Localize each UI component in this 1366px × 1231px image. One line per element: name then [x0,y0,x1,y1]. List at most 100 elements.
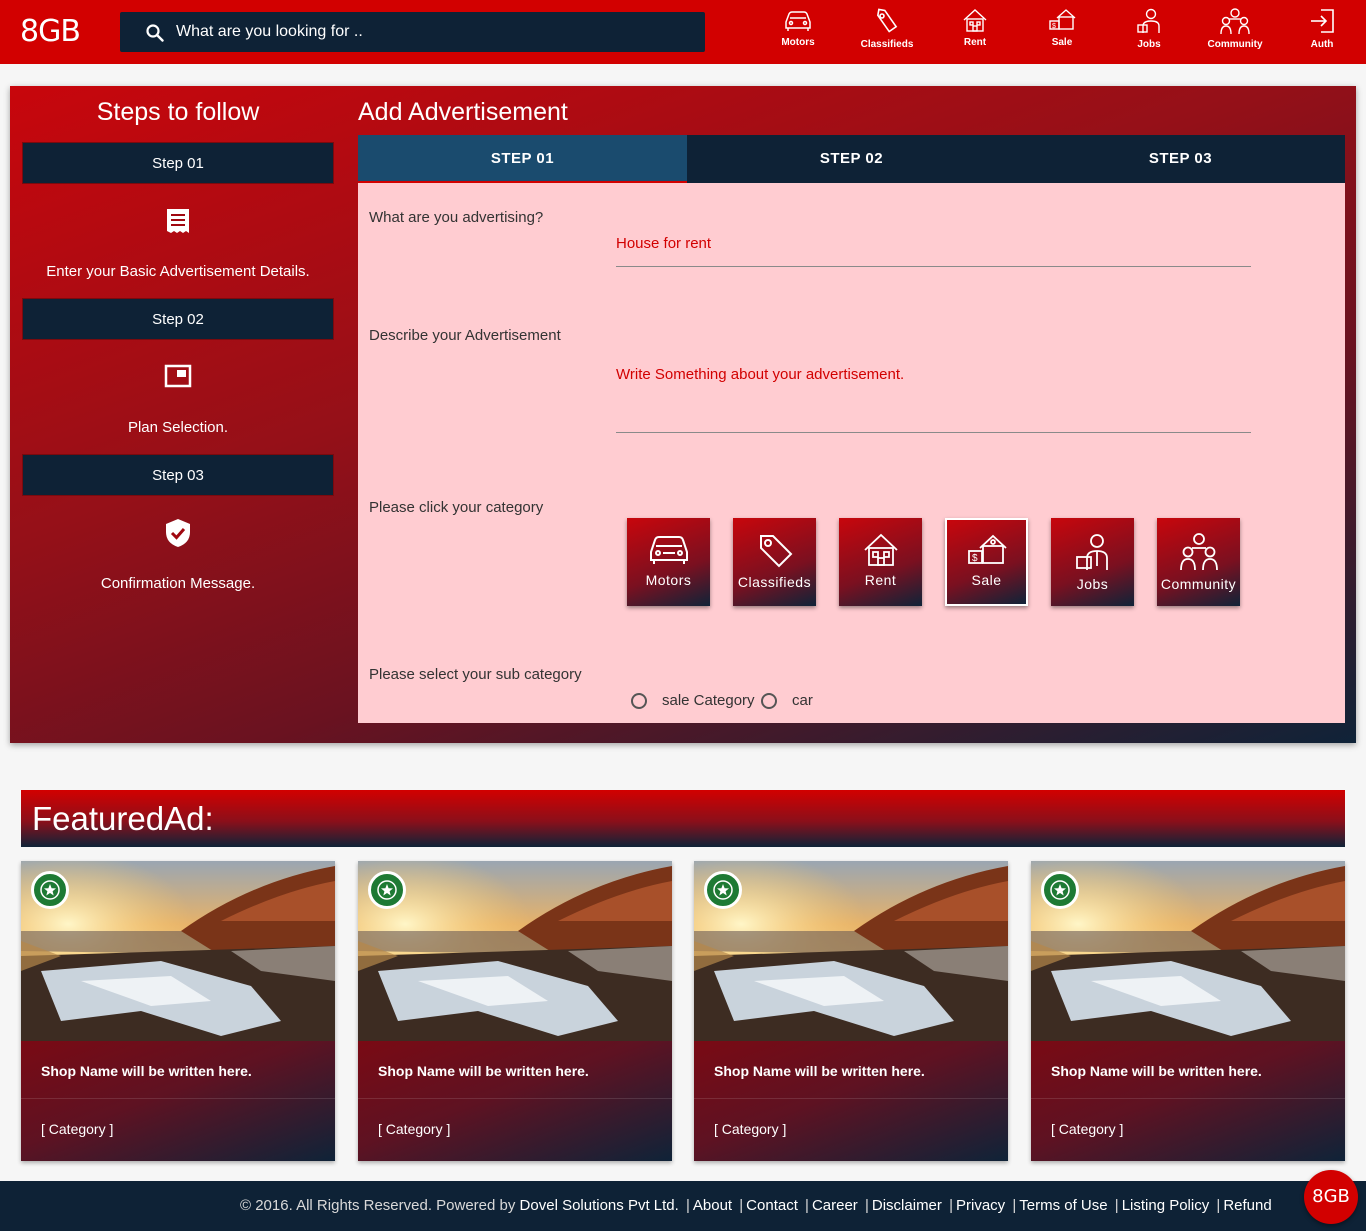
category-rent-button[interactable]: Rent [839,518,922,606]
category-motors-button[interactable]: Motors [627,518,710,606]
what-underline [616,266,1251,267]
step-02-text: Plan Selection. [127,419,229,436]
nav-label: Jobs [1137,39,1161,50]
category-jobs-button[interactable]: Jobs [1051,518,1134,606]
footer: © 2016. All Rights Reserved. Powered by … [0,1181,1366,1231]
star-icon [1050,880,1070,900]
describe-field[interactable]: Write Something about your advertisement… [616,366,1251,383]
step-01-text: Enter your Basic Advertisement Details. [46,263,310,280]
tab-step-03[interactable]: STEP 03 [1016,135,1345,183]
radio-label-car[interactable]: car [792,692,813,709]
house-icon [963,9,987,32]
featured-header: FeaturedAd: [21,790,1345,847]
nav-sale[interactable]: $ Sale [1027,6,1097,56]
featured-card[interactable]: Shop Name will be written here. [ Catego… [694,861,1008,1161]
category-label-text: Rent [864,572,897,588]
car-icon [785,11,811,31]
step-03-bar: Step 03 [22,454,334,496]
top-navbar: 8GB Motors Classifieds Rent $ [0,0,1366,64]
nav-label: Classifieds [860,39,914,50]
star-icon [40,880,60,900]
add-advertisement-panel: Steps to follow Step 01 Enter your Basic… [10,86,1356,743]
card-divider [694,1098,1008,1099]
worker-icon [1137,8,1160,33]
copyright-text: © 2016. All Rights Reserved. Powered by [240,1197,516,1214]
featured-badge [31,871,69,909]
featured-badge [704,871,742,909]
company-link[interactable]: Dovel Solutions Pvt Ltd. [520,1197,679,1214]
login-icon [1311,9,1334,33]
category-label-text: Classifieds [737,574,812,590]
worker-icon [1075,534,1108,570]
footer-link-disclaimer[interactable]: Disclaimer [872,1197,942,1214]
svg-text:$: $ [1052,23,1056,30]
card-divider [21,1098,335,1099]
svg-text:$: $ [972,553,978,564]
tab-step-02[interactable]: STEP 02 [687,135,1016,183]
search-bar[interactable] [120,12,705,52]
step-tabs: STEP 01 STEP 02 STEP 03 [358,135,1345,183]
receipt-icon [167,209,189,233]
shop-name: Shop Name will be written here. [378,1063,589,1079]
category-label-text: Jobs [1076,576,1109,592]
category-label-text: Sale [971,572,1002,588]
card-category: [ Category ] [378,1121,451,1137]
nav-label: Rent [963,37,987,48]
nav-auth[interactable]: Auth [1287,6,1357,56]
step-03-text: Confirmation Message. [100,575,256,592]
featured-card[interactable]: Shop Name will be written here. [ Catego… [358,861,672,1161]
card-category: [ Category ] [714,1121,787,1137]
footer-link-career[interactable]: Career [812,1197,858,1214]
nav-label: Motors [781,37,815,48]
card-category: [ Category ] [1051,1121,1124,1137]
footer-link-privacy[interactable]: Privacy [956,1197,1005,1214]
what-field[interactable]: House for rent [616,235,1251,252]
step-02-bar: Step 02 [22,298,334,340]
tag-icon [877,8,898,33]
radio-label-sale-category[interactable]: sale Category [662,692,755,709]
subcategory-label: Please select your sub category [369,666,582,683]
card-category: [ Category ] [41,1121,114,1137]
footer-link-terms[interactable]: Terms of Use [1019,1197,1107,1214]
advertisement-form: What are you advertising? House for rent… [358,183,1345,723]
footer-link-listing-policy[interactable]: Listing Policy [1122,1197,1210,1214]
featured-card-info: Shop Name will be written here. [ Catego… [358,1041,672,1161]
category-sale-button[interactable]: $ Sale [945,518,1028,606]
nav-motors[interactable]: Motors [763,6,833,56]
category-label-text: Community [1160,576,1237,592]
verified-shield-icon [166,519,190,547]
nav-label: Auth [1310,39,1334,50]
featured-card-info: Shop Name will be written here. [ Catego… [21,1041,335,1161]
site-logo[interactable]: 8GB [20,14,81,49]
featured-title: FeaturedAd: [32,800,214,837]
search-input[interactable] [176,12,676,52]
nav-classifieds[interactable]: Classifieds [852,6,922,56]
tab-step-01[interactable]: STEP 01 [358,135,687,183]
describe-underline [616,432,1251,433]
nav-jobs[interactable]: Jobs [1114,6,1184,56]
form-title: Add Advertisement [358,98,568,126]
step-03-icon-wrap [22,518,334,553]
nav-rent[interactable]: Rent [940,6,1010,56]
people-icon [1179,533,1218,571]
radio-car[interactable] [761,693,777,709]
category-community-button[interactable]: Community [1157,518,1240,606]
footer-link-contact[interactable]: Contact [746,1197,798,1214]
card-divider [358,1098,672,1099]
nav-community[interactable]: Community [1200,6,1270,56]
sale-house-icon: $ [1049,9,1076,30]
category-classifieds-button[interactable]: Classifieds [733,518,816,606]
featured-card[interactable]: Shop Name will be written here. [ Catego… [1031,861,1345,1161]
featured-card-info: Shop Name will be written here. [ Catego… [694,1041,1008,1161]
shop-name: Shop Name will be written here. [714,1063,925,1079]
featured-badge [368,871,406,909]
radio-sale-category[interactable] [631,693,647,709]
star-icon [713,880,733,900]
describe-label: Describe your Advertisement [369,327,561,344]
shop-name: Shop Name will be written here. [1051,1063,1262,1079]
footer-link-about[interactable]: About [693,1197,732,1214]
shop-name: Shop Name will be written here. [41,1063,252,1079]
featured-card[interactable]: Shop Name will be written here. [ Catego… [21,861,335,1161]
floating-logo-button[interactable]: 8GB [1304,1170,1358,1224]
footer-link-refund[interactable]: Refund [1223,1197,1271,1214]
